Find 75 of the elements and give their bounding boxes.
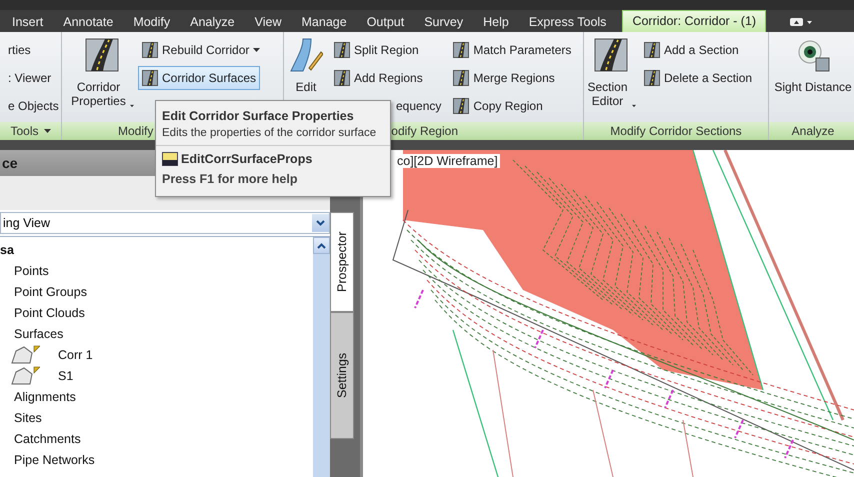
- tooltip-command: EditCorrSurfaceProps: [181, 152, 312, 166]
- tool-button[interactable]: : Viewer: [4, 66, 56, 90]
- caret-icon: [632, 104, 636, 108]
- surface-icon: [10, 366, 40, 386]
- palette-title: ce: [2, 155, 18, 171]
- road-icon: [334, 70, 350, 86]
- road-icon: [644, 42, 660, 58]
- scrollbar[interactable]: [313, 237, 330, 477]
- tool-button[interactable]: Split Region: [330, 38, 423, 62]
- caret-icon: [253, 48, 260, 52]
- road-pencil-icon: [289, 38, 323, 72]
- caret-icon: [130, 104, 134, 108]
- tool-button[interactable]: Delete a Section: [640, 66, 756, 90]
- side-tab[interactable]: Settings: [330, 312, 354, 439]
- large-tool-button[interactable]: Corridor Properties: [70, 36, 134, 122]
- tooltip-description: Edits the properties of the corridor surface: [156, 125, 390, 146]
- panel-title: Modify Corridor Sections: [610, 124, 742, 138]
- tool-button[interactable]: Merge Regions: [449, 66, 559, 90]
- tool-button[interactable]: Match Parameters: [449, 38, 576, 62]
- road-icon: [334, 42, 350, 58]
- tree-item[interactable]: Corr 1: [58, 348, 93, 362]
- tool-button[interactable]: Corridor Surfaces: [138, 66, 260, 90]
- chevron-down-icon: [316, 220, 325, 226]
- road-icon: [453, 98, 470, 114]
- tool-button[interactable]: e Objects: [4, 94, 63, 118]
- ribbon-tab[interactable]: Output: [356, 11, 414, 32]
- ribbon-tab[interactable]: Annotate: [53, 11, 124, 32]
- ribbon-tab[interactable]: View: [244, 11, 292, 32]
- road-icon: [453, 42, 470, 58]
- road-icon: [644, 70, 660, 86]
- tool-button[interactable]: equency: [392, 94, 446, 118]
- tree-item[interactable]: Point Groups: [14, 284, 87, 298]
- tree-item[interactable]: Pipe Networks: [14, 452, 95, 466]
- tree-item[interactable]: Alignments: [14, 390, 76, 404]
- road-icon: [142, 70, 158, 86]
- display-icon[interactable]: [790, 17, 812, 27]
- chevron-up-icon: [317, 242, 326, 248]
- tree-item[interactable]: Catchments: [14, 432, 81, 446]
- tooltip-help: Press F1 for more help: [161, 171, 298, 188]
- tool-button[interactable]: Rebuild Corridor: [138, 38, 264, 62]
- ribbon-tab[interactable]: Help: [473, 11, 519, 32]
- large-tool-button[interactable]: Section Editor: [586, 36, 636, 122]
- road-icon: [142, 42, 158, 58]
- tooltip-title: Edit Corridor Surface Properties: [161, 108, 355, 125]
- eye-icon: [796, 38, 830, 72]
- panel-title: Tools: [10, 124, 38, 138]
- ribbon-tab[interactable]: Modify: [123, 11, 180, 32]
- panel-title: Analyze: [792, 124, 834, 138]
- tool-button[interactable]: Add Regions: [330, 66, 427, 90]
- tool-button[interactable]: rties: [4, 38, 35, 62]
- surface-icon: [10, 344, 40, 364]
- panel-title: Modify: [118, 124, 154, 138]
- tool-button[interactable]: Add a Section: [640, 38, 743, 62]
- command-icon: [162, 152, 178, 166]
- road-icon: [594, 38, 628, 72]
- ribbon-tab[interactable]: Express Tools: [518, 11, 616, 32]
- tree-item[interactable]: Sites: [14, 410, 42, 424]
- road-icon: [453, 70, 470, 86]
- ribbon-tab[interactable]: Survey: [414, 11, 474, 32]
- tree-item[interactable]: S1: [58, 368, 74, 382]
- caret-icon: [44, 129, 50, 133]
- ribbon-tab[interactable]: Insert: [2, 11, 54, 32]
- ribbon-tab[interactable]: Analyze: [180, 11, 245, 32]
- panel-title: odify Region: [391, 124, 458, 138]
- tree-item[interactable]: Point Clouds: [14, 306, 85, 320]
- viewport-label[interactable]: co][2D Wireframe]: [395, 154, 500, 168]
- tool-button[interactable]: Copy Region: [449, 94, 547, 118]
- road-icon: [85, 38, 119, 72]
- tree-item[interactable]: Points: [14, 264, 49, 278]
- view-dropdown[interactable]: ing View: [0, 212, 330, 234]
- tree-item[interactable]: Surfaces: [14, 326, 64, 340]
- side-tab[interactable]: Prospector: [330, 212, 354, 312]
- ribbon-tab[interactable]: Corridor: Corridor - (1): [622, 10, 766, 32]
- ribbon-tab[interactable]: Manage: [292, 11, 357, 32]
- tree-item[interactable]: sa: [0, 242, 14, 256]
